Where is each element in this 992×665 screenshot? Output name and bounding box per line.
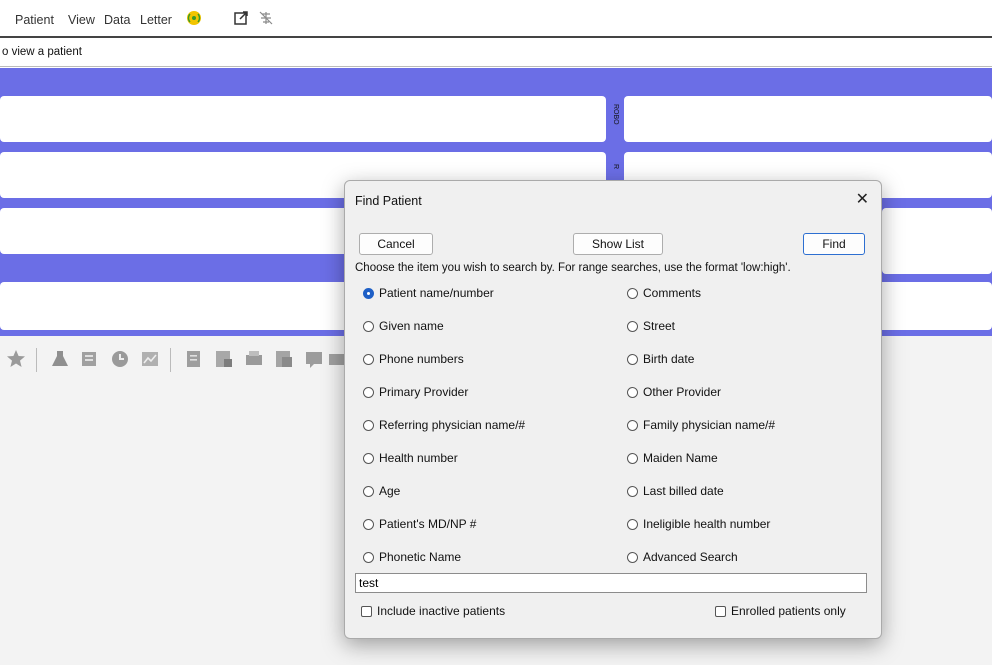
option-patient-name-number[interactable]: Patient name/number	[363, 284, 494, 302]
radio-button[interactable]	[627, 452, 638, 464]
option-label: Ineligible health number	[643, 517, 771, 531]
checkbox[interactable]	[361, 605, 372, 617]
radio-button[interactable]	[627, 551, 638, 563]
option-label: Referring physician name/#	[379, 418, 526, 432]
option-label: Age	[379, 484, 401, 498]
option-last-billed-date[interactable]: Last billed date	[627, 482, 724, 500]
option-label: Phonetic Name	[379, 550, 462, 564]
side-label: R	[612, 164, 619, 170]
report-icon[interactable]	[214, 348, 234, 370]
radio-button[interactable]	[627, 485, 638, 497]
note-icon[interactable]	[184, 348, 204, 370]
option-referring-physician[interactable]: Referring physician name/#	[363, 416, 525, 434]
option-given-name[interactable]: Given name	[363, 317, 444, 335]
option-patient-md-np[interactable]: Patient's MD/NP #	[363, 515, 476, 533]
find-button[interactable]: Find	[803, 233, 865, 255]
option-label: Last billed date	[643, 484, 724, 498]
chart-icon[interactable]	[140, 348, 160, 370]
menu-patient[interactable]: Patient	[15, 13, 54, 27]
history-icon[interactable]	[110, 348, 130, 370]
option-maiden-name[interactable]: Maiden Name	[627, 449, 718, 467]
option-health-number[interactable]: Health number	[363, 449, 458, 467]
dialog-title: Find Patient	[355, 194, 422, 208]
radio-button[interactable]	[363, 485, 374, 497]
menu-bar: Patient View Data Letter	[0, 0, 992, 38]
print-icon[interactable]	[244, 348, 264, 370]
option-comments[interactable]: Comments	[627, 284, 701, 302]
forms-icon[interactable]	[274, 348, 294, 370]
checkbox-label: Enrolled patients only	[731, 604, 846, 618]
menu-data[interactable]: Data	[104, 13, 130, 27]
cancel-button[interactable]: Cancel	[359, 233, 433, 255]
radio-button[interactable]	[627, 287, 638, 299]
option-advanced-search[interactable]: Advanced Search	[627, 548, 738, 566]
band-panel	[624, 96, 992, 142]
option-label: Given name	[379, 319, 444, 333]
status-line: o view a patient	[0, 38, 992, 67]
radio-button[interactable]	[627, 320, 638, 332]
radio-button[interactable]	[627, 353, 638, 365]
option-label: Other Provider	[643, 385, 722, 399]
band-panel	[882, 208, 992, 274]
network-off-icon[interactable]	[258, 10, 274, 26]
radio-button[interactable]	[363, 287, 374, 299]
option-age[interactable]: Age	[363, 482, 400, 500]
radio-button[interactable]	[363, 452, 374, 464]
checkbox-label: Include inactive patients	[377, 604, 506, 618]
enrolled-only-checkbox[interactable]: Enrolled patients only	[715, 603, 846, 619]
option-other-provider[interactable]: Other Provider	[627, 383, 721, 401]
option-label: Maiden Name	[643, 451, 718, 465]
radio-button[interactable]	[627, 386, 638, 398]
radio-button[interactable]	[363, 320, 374, 332]
option-label: Family physician name/#	[643, 418, 776, 432]
checkbox[interactable]	[715, 605, 726, 617]
option-label: Birth date	[643, 352, 695, 366]
include-inactive-checkbox[interactable]: Include inactive patients	[361, 603, 505, 619]
radio-button[interactable]	[363, 419, 374, 431]
lab-flask-icon[interactable]	[50, 348, 70, 370]
option-label: Patient's MD/NP #	[379, 517, 477, 531]
radio-button[interactable]	[627, 518, 638, 530]
menu-view[interactable]: View	[68, 13, 95, 27]
close-icon[interactable]: ✕	[856, 189, 869, 209]
radio-button[interactable]	[363, 551, 374, 563]
radio-wave-icon[interactable]	[186, 10, 202, 26]
option-primary-provider[interactable]: Primary Provider	[363, 383, 468, 401]
radio-button[interactable]	[363, 353, 374, 365]
search-input[interactable]	[355, 573, 867, 593]
option-phonetic-name[interactable]: Phonetic Name	[363, 548, 461, 566]
option-label: Street	[643, 319, 676, 333]
option-birth-date[interactable]: Birth date	[627, 350, 694, 368]
search-instructions: Choose the item you wish to search by. F…	[355, 262, 791, 274]
option-label: Primary Provider	[379, 385, 469, 399]
option-phone-numbers[interactable]: Phone numbers	[363, 350, 464, 368]
find-patient-dialog: Find Patient ✕ Cancel Show List Find Cho…	[344, 180, 882, 639]
option-family-physician[interactable]: Family physician name/#	[627, 416, 775, 434]
option-label: Health number	[379, 451, 458, 465]
show-list-button[interactable]: Show List	[573, 233, 663, 255]
message-icon[interactable]	[304, 348, 324, 370]
option-label: Advanced Search	[643, 550, 738, 564]
radio-button[interactable]	[627, 419, 638, 431]
external-link-icon[interactable]	[233, 10, 249, 26]
option-label: Patient name/number	[379, 286, 494, 300]
option-ineligible-health-number[interactable]: Ineligible health number	[627, 515, 770, 533]
folder-icon[interactable]	[328, 348, 344, 370]
option-label: Comments	[643, 286, 702, 300]
band-panel	[0, 96, 606, 142]
radio-button[interactable]	[363, 386, 374, 398]
menu-letter[interactable]: Letter	[140, 13, 172, 27]
option-label: Phone numbers	[379, 352, 464, 366]
status-text: o view a patient	[2, 46, 82, 58]
side-label: ROBO	[612, 104, 619, 125]
option-street[interactable]: Street	[627, 317, 675, 335]
radio-button[interactable]	[363, 518, 374, 530]
star-icon[interactable]	[6, 348, 26, 370]
document-list-icon[interactable]	[80, 348, 100, 370]
